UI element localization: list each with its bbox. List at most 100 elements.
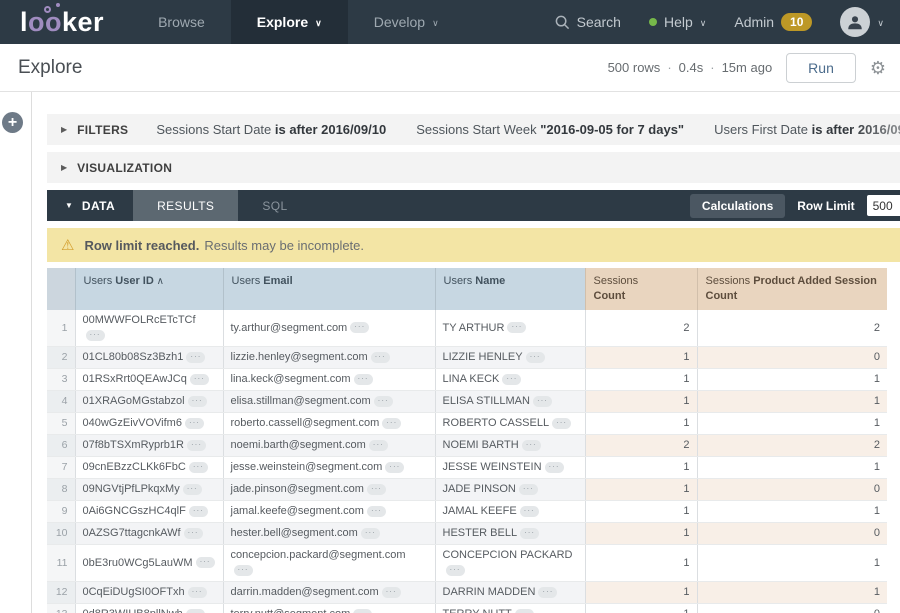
calculations-button[interactable]: Calculations <box>690 194 785 218</box>
cell-menu-icon[interactable]: ··· <box>552 418 571 429</box>
cell-count[interactable]: 1 <box>585 545 697 582</box>
cell-email[interactable]: hester.bell@segment.com··· <box>223 523 435 545</box>
cell-name[interactable]: CONCEPCION PACKARD··· <box>435 545 585 582</box>
looker-logo[interactable]: looker <box>0 0 132 44</box>
cell-name[interactable]: HESTER BELL··· <box>435 523 585 545</box>
cell-count[interactable]: 1 <box>585 604 697 613</box>
cell-name[interactable]: JESSE WEINSTEIN··· <box>435 457 585 479</box>
search-button[interactable]: Search <box>555 14 621 30</box>
cell-product_added[interactable]: 1 <box>697 391 887 413</box>
cell-menu-icon[interactable]: ··· <box>515 609 534 613</box>
filters-section-toggle[interactable]: FILTERS <box>77 123 128 137</box>
cell-menu-icon[interactable]: ··· <box>374 396 393 407</box>
cell-name[interactable]: TY ARTHUR··· <box>435 310 585 347</box>
column-header[interactable]: Sessions Product Added Session Count <box>697 268 887 310</box>
cell-name[interactable]: LINA KECK··· <box>435 369 585 391</box>
cell-user_id[interactable]: 07f8bTSXmRyprb1R··· <box>75 435 223 457</box>
filter-item[interactable]: Sessions Start Date is after 2016/09/10 <box>156 122 386 137</box>
add-field-button[interactable]: + <box>2 112 23 133</box>
cell-product_added[interactable]: 1 <box>697 545 887 582</box>
run-button[interactable]: Run <box>786 53 856 83</box>
cell-user_id[interactable]: 00MWWFOLRcETcTCf··· <box>75 310 223 347</box>
cell-menu-icon[interactable]: ··· <box>196 557 215 568</box>
filter-item[interactable]: Users First Date is after 2016/09/10 <box>714 122 900 137</box>
cell-user_id[interactable]: 09cnEBzzCLKk6FbC··· <box>75 457 223 479</box>
cell-menu-icon[interactable]: ··· <box>367 506 386 517</box>
cell-user_id[interactable]: 0AZSG7ttagcnkAWf··· <box>75 523 223 545</box>
cell-menu-icon[interactable]: ··· <box>367 484 386 495</box>
data-section-toggle[interactable]: ▼ DATA <box>47 190 133 221</box>
cell-menu-icon[interactable]: ··· <box>187 440 206 451</box>
cell-menu-icon[interactable]: ··· <box>446 565 465 576</box>
user-menu[interactable]: ∨ <box>840 7 884 37</box>
cell-email[interactable]: terry.nutt@segment.com··· <box>223 604 435 613</box>
nav-item-browse[interactable]: Browse <box>132 0 231 44</box>
cell-user_id[interactable]: 040wGzEivVOVifm6··· <box>75 413 223 435</box>
cell-email[interactable]: jade.pinson@segment.com··· <box>223 479 435 501</box>
cell-count[interactable]: 2 <box>585 310 697 347</box>
cell-name[interactable]: LIZZIE HENLEY··· <box>435 347 585 369</box>
cell-menu-icon[interactable]: ··· <box>382 418 401 429</box>
cell-menu-icon[interactable]: ··· <box>350 322 369 333</box>
cell-menu-icon[interactable]: ··· <box>538 587 557 598</box>
cell-menu-icon[interactable]: ··· <box>189 506 208 517</box>
cell-menu-icon[interactable]: ··· <box>86 330 105 341</box>
cell-menu-icon[interactable]: ··· <box>520 528 539 539</box>
cell-product_added[interactable]: 2 <box>697 435 887 457</box>
filter-item[interactable]: Sessions Start Week "2016-09-05 for 7 da… <box>416 122 684 137</box>
column-header[interactable]: SessionsCount <box>585 268 697 310</box>
cell-user_id[interactable]: 01CL80b08Sz3Bzh1··· <box>75 347 223 369</box>
help-menu[interactable]: Help ∨ <box>649 14 706 30</box>
cell-menu-icon[interactable]: ··· <box>371 352 390 363</box>
cell-email[interactable]: lizzie.henley@segment.com··· <box>223 347 435 369</box>
tab-results[interactable]: RESULTS <box>133 190 238 221</box>
column-header[interactable]: Users Name <box>435 268 585 310</box>
visualization-section-toggle[interactable]: VISUALIZATION <box>77 161 172 175</box>
cell-product_added[interactable]: 1 <box>697 501 887 523</box>
cell-count[interactable]: 1 <box>585 457 697 479</box>
cell-menu-icon[interactable]: ··· <box>188 396 207 407</box>
cell-product_added[interactable]: 0 <box>697 523 887 545</box>
cell-email[interactable]: concepcion.packard@segment.com··· <box>223 545 435 582</box>
cell-name[interactable]: ROBERTO CASSELL··· <box>435 413 585 435</box>
cell-menu-icon[interactable]: ··· <box>184 528 203 539</box>
cell-count[interactable]: 1 <box>585 391 697 413</box>
cell-email[interactable]: darrin.madden@segment.com··· <box>223 582 435 604</box>
cell-menu-icon[interactable]: ··· <box>502 374 521 385</box>
cell-menu-icon[interactable]: ··· <box>522 440 541 451</box>
cell-product_added[interactable]: 1 <box>697 369 887 391</box>
cell-name[interactable]: JADE PINSON··· <box>435 479 585 501</box>
gear-icon[interactable]: ⚙ <box>870 59 886 77</box>
cell-user_id[interactable]: 0CqEiDUgSI0OFTxh··· <box>75 582 223 604</box>
cell-count[interactable]: 1 <box>585 479 697 501</box>
cell-menu-icon[interactable]: ··· <box>186 352 205 363</box>
cell-user_id[interactable]: 0Ai6GNCGszHC4qlF··· <box>75 501 223 523</box>
column-header[interactable]: Users Email <box>223 268 435 310</box>
cell-count[interactable]: 1 <box>585 523 697 545</box>
cell-menu-icon[interactable]: ··· <box>186 609 205 613</box>
cell-email[interactable]: jamal.keefe@segment.com··· <box>223 501 435 523</box>
cell-user_id[interactable]: 09NGVtjPfLPkqxMy··· <box>75 479 223 501</box>
cell-product_added[interactable]: 1 <box>697 413 887 435</box>
cell-email[interactable]: lina.keck@segment.com··· <box>223 369 435 391</box>
cell-count[interactable]: 1 <box>585 413 697 435</box>
cell-count[interactable]: 1 <box>585 347 697 369</box>
cell-menu-icon[interactable]: ··· <box>507 322 526 333</box>
cell-count[interactable]: 1 <box>585 369 697 391</box>
cell-menu-icon[interactable]: ··· <box>519 484 538 495</box>
cell-product_added[interactable]: 1 <box>697 582 887 604</box>
cell-menu-icon[interactable]: ··· <box>526 352 545 363</box>
cell-email[interactable]: jesse.weinstein@segment.com··· <box>223 457 435 479</box>
cell-count[interactable]: 1 <box>585 501 697 523</box>
cell-email[interactable]: ty.arthur@segment.com··· <box>223 310 435 347</box>
cell-user_id[interactable]: 0d8R3WIUB8pllNwh··· <box>75 604 223 613</box>
cell-product_added[interactable]: 2 <box>697 310 887 347</box>
cell-count[interactable]: 1 <box>585 582 697 604</box>
cell-menu-icon[interactable]: ··· <box>188 587 207 598</box>
cell-menu-icon[interactable]: ··· <box>361 528 380 539</box>
cell-user_id[interactable]: 01RSxRrt0QEAwJCq··· <box>75 369 223 391</box>
cell-name[interactable]: JAMAL KEEFE··· <box>435 501 585 523</box>
cell-menu-icon[interactable]: ··· <box>354 374 373 385</box>
cell-user_id[interactable]: 01XRAGoMGstabzol··· <box>75 391 223 413</box>
cell-email[interactable]: noemi.barth@segment.com··· <box>223 435 435 457</box>
